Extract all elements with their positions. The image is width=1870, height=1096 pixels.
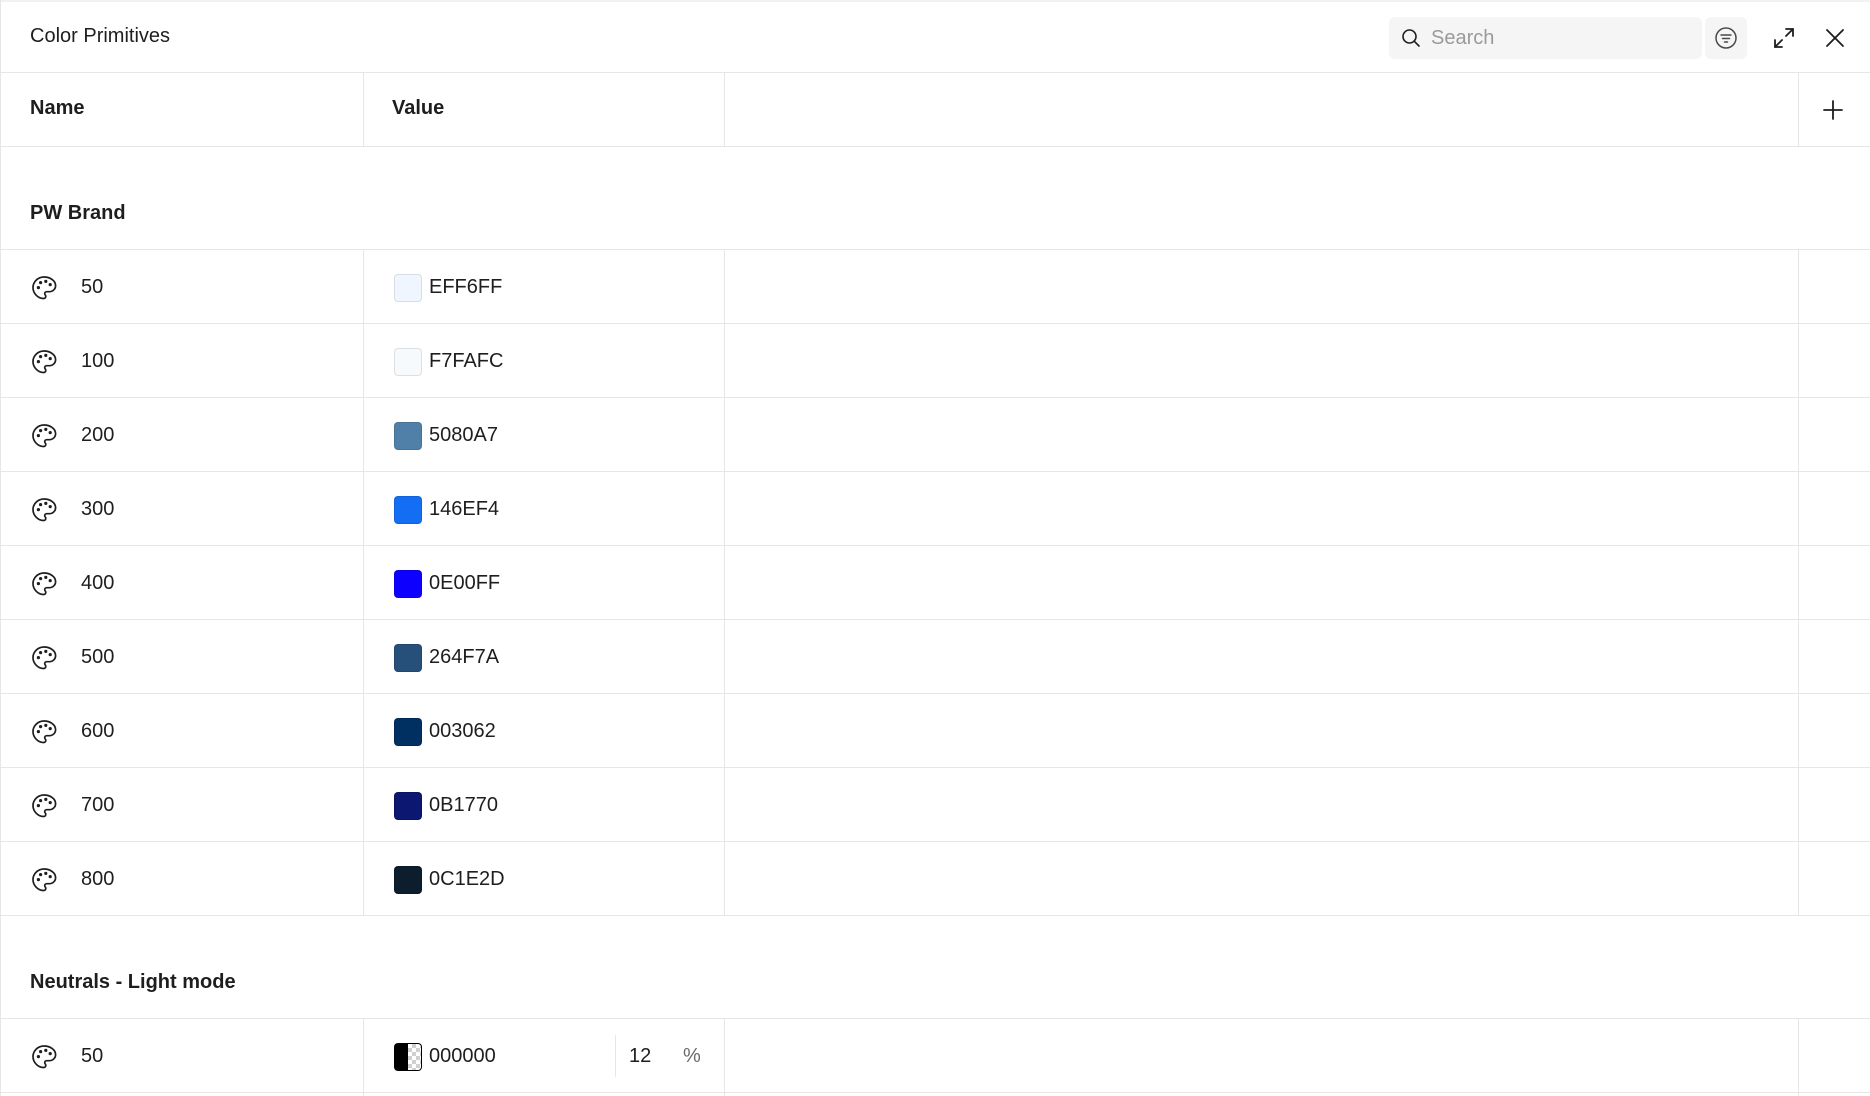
color-hex-value[interactable]: EFF6FF <box>429 276 502 299</box>
color-swatch[interactable] <box>394 422 422 450</box>
panel-title: Color Primitives <box>30 25 171 47</box>
color-swatch[interactable] <box>394 644 422 672</box>
table-row[interactable]: 800 0C1E2D <box>1 842 1870 916</box>
variable-name[interactable]: 300 <box>81 498 114 521</box>
expand-icon <box>1771 25 1797 51</box>
variable-name[interactable]: 100 <box>81 350 114 373</box>
column-divider <box>1798 73 1799 147</box>
table-row[interactable]: 50 000000 12% <box>1 1019 1870 1093</box>
search-input[interactable] <box>1431 17 1686 59</box>
color-swatch[interactable] <box>394 274 422 302</box>
column-header-row: Name Value <box>1 73 1870 147</box>
opacity-value[interactable]: 12 <box>629 1045 651 1068</box>
table-row[interactable]: 700 0B1770 <box>1 768 1870 842</box>
expand-button[interactable] <box>1768 22 1800 54</box>
color-primitives-panel: Color Primitives Search Name Value PW Br… <box>0 0 1870 1096</box>
palette-icon <box>30 348 58 376</box>
search-icon <box>1401 28 1421 48</box>
column-divider <box>363 73 364 147</box>
variable-name[interactable]: 400 <box>81 572 114 595</box>
variable-name[interactable]: 500 <box>81 646 114 669</box>
color-swatch[interactable] <box>394 348 422 376</box>
column-header-value[interactable]: Value <box>392 97 444 120</box>
column-header-name[interactable]: Name <box>30 97 84 120</box>
table-row[interactable]: 300 146EF4 <box>1 472 1870 546</box>
variable-name[interactable]: 800 <box>81 868 114 891</box>
plus-icon <box>1821 98 1845 122</box>
alpha-divider <box>615 1035 616 1077</box>
palette-icon <box>30 718 58 746</box>
table-row[interactable]: 600 003062 <box>1 694 1870 768</box>
transparency-checker <box>408 1044 421 1070</box>
color-hex-value[interactable]: F7FAFC <box>429 350 503 373</box>
color-swatch[interactable] <box>394 866 422 894</box>
color-hex-value[interactable]: 0C1E2D <box>429 868 505 891</box>
close-button[interactable] <box>1819 22 1851 54</box>
column-divider <box>1798 1019 1799 1096</box>
column-divider <box>724 1019 725 1096</box>
palette-icon <box>30 866 58 894</box>
variable-name[interactable]: 200 <box>81 424 114 447</box>
color-hex-value[interactable]: 264F7A <box>429 646 499 669</box>
color-hex-value[interactable]: 146EF4 <box>429 498 499 521</box>
add-column-button[interactable] <box>1816 93 1850 127</box>
palette-icon <box>30 422 58 450</box>
filter-icon <box>1714 26 1738 50</box>
palette-icon <box>30 792 58 820</box>
table-row[interactable]: 400 0E00FF <box>1 546 1870 620</box>
palette-icon <box>30 496 58 524</box>
color-swatch[interactable] <box>394 496 422 524</box>
color-swatch[interactable] <box>394 570 422 598</box>
variable-name[interactable]: 50 <box>81 276 103 299</box>
variable-name[interactable]: 50 <box>81 1045 103 1068</box>
column-divider <box>724 250 725 916</box>
palette-icon <box>30 1043 58 1071</box>
color-hex-value[interactable]: 003062 <box>429 720 496 743</box>
palette-icon <box>30 274 58 302</box>
color-hex-value[interactable]: 5080A7 <box>429 424 498 447</box>
color-hex-value[interactable]: 000000 <box>429 1045 496 1068</box>
group-label: Neutrals - Light mode <box>30 971 236 993</box>
variable-name[interactable]: 700 <box>81 794 114 817</box>
palette-icon <box>30 570 58 598</box>
color-swatch[interactable] <box>394 792 422 820</box>
panel-header: Color Primitives <box>1 0 1870 73</box>
group-heading: Neutrals - Light mode <box>1 916 1870 1019</box>
group-label: PW Brand <box>30 202 126 224</box>
color-swatch[interactable] <box>394 1043 422 1071</box>
column-divider <box>363 1019 364 1096</box>
column-divider <box>724 73 725 147</box>
color-swatch[interactable] <box>394 718 422 746</box>
column-divider <box>1798 250 1799 916</box>
opacity-unit: % <box>683 1045 701 1067</box>
palette-icon <box>30 644 58 672</box>
table-row[interactable]: 200 5080A7 <box>1 398 1870 472</box>
table-row[interactable]: 500 264F7A <box>1 620 1870 694</box>
group-heading: PW Brand <box>1 147 1870 250</box>
color-hex-value[interactable]: 0E00FF <box>429 572 500 595</box>
table-row[interactable]: 50 EFF6FF <box>1 250 1870 324</box>
table-row[interactable]: 100 F7FAFC <box>1 324 1870 398</box>
variable-name[interactable]: 600 <box>81 720 114 743</box>
color-hex-value[interactable]: 0B1770 <box>429 794 498 817</box>
search-box[interactable] <box>1389 17 1702 59</box>
column-divider <box>363 250 364 916</box>
filter-button[interactable] <box>1705 17 1747 59</box>
close-icon <box>1823 26 1847 50</box>
